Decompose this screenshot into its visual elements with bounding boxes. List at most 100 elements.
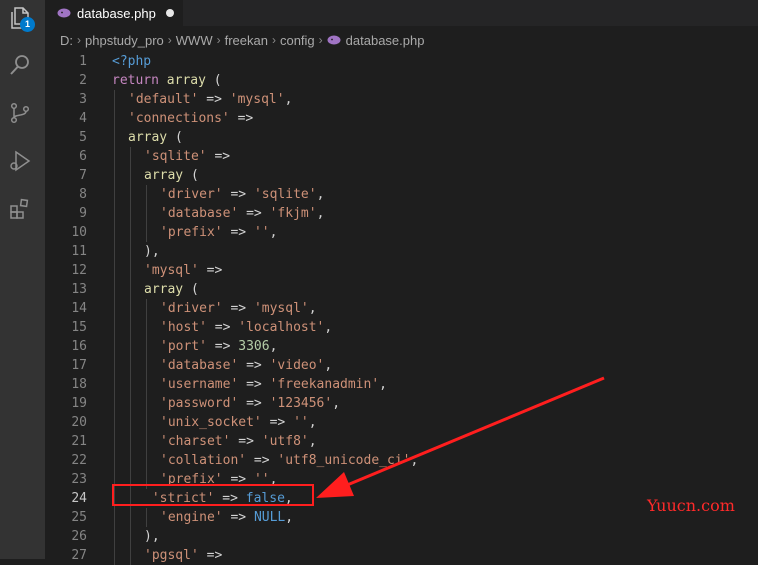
- code-line[interactable]: 2 return array (: [45, 71, 758, 90]
- code-token: 'host': [160, 320, 207, 335]
- code-line[interactable]: 16 'port' => 3306,: [45, 337, 758, 356]
- code-token: '123456': [269, 396, 333, 411]
- line-number: 6: [79, 149, 87, 164]
- line-number: 21: [71, 434, 87, 449]
- code-line[interactable]: 10 'prefix' => '',: [45, 223, 758, 242]
- line-number: 3: [79, 92, 87, 107]
- code-token: ,: [308, 301, 317, 316]
- breadcrumb-item[interactable]: config: [280, 33, 315, 48]
- run-debug-icon[interactable]: [7, 148, 33, 174]
- code-text: 'password' => '123456',: [160, 394, 340, 413]
- line-number: 12: [71, 263, 87, 278]
- code-token: 'video': [269, 358, 325, 373]
- code-line[interactable]: 7 array (: [45, 166, 758, 185]
- code-text: 'unix_socket' => '',: [160, 413, 317, 432]
- code-text: 'prefix' => '',: [160, 223, 277, 242]
- indent-guide: [146, 394, 147, 413]
- code-line[interactable]: 15 'host' => 'localhost',: [45, 318, 758, 337]
- line-number: 9: [79, 206, 87, 221]
- source-control-icon[interactable]: [7, 100, 33, 126]
- breadcrumb-item[interactable]: WWW: [176, 33, 213, 48]
- code-token: return: [112, 73, 167, 88]
- code-token: =>: [206, 339, 239, 354]
- code-token: ,: [285, 510, 294, 525]
- code-text: 'collation' => 'utf8_unicode_ci',: [160, 451, 418, 470]
- code-token: =>: [238, 396, 270, 411]
- code-token: =>: [261, 415, 294, 430]
- indent-guide: [130, 318, 131, 337]
- code-token: 'mysql': [229, 92, 285, 107]
- breadcrumb-item[interactable]: phpstudy_pro: [85, 33, 164, 48]
- code-token: =>: [222, 301, 254, 316]
- indent-guide: [114, 261, 115, 280]
- line-number: 23: [71, 472, 87, 487]
- code-text: return array (: [112, 71, 222, 90]
- code-line[interactable]: 17 'database' => 'video',: [45, 356, 758, 375]
- breadcrumb-item[interactable]: D:: [60, 33, 73, 48]
- code-token: 'mysql': [253, 301, 309, 316]
- code-token: 'driver': [160, 301, 223, 316]
- code-text: 'sqlite' =>: [144, 147, 230, 166]
- indent-guide: [114, 280, 115, 299]
- search-icon[interactable]: [7, 52, 33, 78]
- indent-guide: [146, 508, 147, 527]
- indent-guide: [146, 318, 147, 337]
- indent-guide: [114, 185, 115, 204]
- line-number: 5: [79, 130, 87, 145]
- code-line[interactable]: 18 'username' => 'freekanadmin',: [45, 375, 758, 394]
- chevron-right-icon: ›: [216, 33, 221, 47]
- indent-guide: [146, 204, 147, 223]
- indent-guide: [114, 508, 115, 527]
- code-token: =>: [229, 111, 254, 126]
- code-text: 'username' => 'freekanadmin',: [160, 375, 387, 394]
- indent-guide: [130, 280, 131, 299]
- code-token: 'database': [160, 206, 239, 221]
- line-number: 15: [71, 320, 87, 335]
- code-text: <?php: [112, 52, 151, 71]
- code-line[interactable]: 14 'driver' => 'mysql',: [45, 299, 758, 318]
- code-line[interactable]: 4 'connections' =>: [45, 109, 758, 128]
- indent-guide: [114, 223, 115, 242]
- code-line[interactable]: 6 'sqlite' =>: [45, 147, 758, 166]
- code-line[interactable]: 3 'default' => 'mysql',: [45, 90, 758, 109]
- breadcrumb-item[interactable]: freekan: [225, 33, 268, 48]
- indent-guide: [114, 166, 115, 185]
- code-line[interactable]: 1 <?php: [45, 52, 758, 71]
- code-text: array (: [144, 280, 199, 299]
- indent-guide: [114, 337, 115, 356]
- breadcrumb-item[interactable]: database.php: [346, 33, 425, 48]
- line-number: 8: [79, 187, 87, 202]
- indent-guide: [146, 451, 147, 470]
- line-number: 4: [79, 111, 87, 126]
- code-line[interactable]: 21 'charset' => 'utf8',: [45, 432, 758, 451]
- code-line[interactable]: 22 'collation' => 'utf8_unicode_ci',: [45, 451, 758, 470]
- code-line[interactable]: 9 'database' => 'fkjm',: [45, 204, 758, 223]
- code-line[interactable]: 27 'pgsql' =>: [45, 546, 758, 565]
- code-line[interactable]: 11),: [45, 242, 758, 261]
- code-line[interactable]: 8 'driver' => 'sqlite',: [45, 185, 758, 204]
- code-token: array: [166, 73, 206, 88]
- code-line[interactable]: 5 array (: [45, 128, 758, 147]
- code-line[interactable]: 13 array (: [45, 280, 758, 299]
- tab-database-php[interactable]: database.php: [45, 0, 183, 26]
- code-token: (: [183, 282, 199, 297]
- indent-guide: [130, 413, 131, 432]
- indent-guide: [146, 223, 147, 242]
- unsaved-dot-icon[interactable]: [165, 9, 174, 17]
- code-token: 'port': [160, 339, 207, 354]
- extensions-icon[interactable]: [7, 196, 33, 222]
- line-number: 1: [79, 54, 87, 69]
- code-line[interactable]: 19 'password' => '123456',: [45, 394, 758, 413]
- code-text: ),: [144, 242, 160, 261]
- line-number: 7: [79, 168, 87, 183]
- code-line[interactable]: 20 'unix_socket' => '',: [45, 413, 758, 432]
- code-token: 'prefix': [160, 225, 223, 240]
- code-token: ,: [324, 320, 333, 335]
- code-token: 'freekanadmin': [269, 377, 380, 392]
- code-token: =>: [206, 320, 239, 335]
- code-line[interactable]: 26),: [45, 527, 758, 546]
- code-line[interactable]: 12 'mysql' =>: [45, 261, 758, 280]
- code-text: 'host' => 'localhost',: [160, 318, 332, 337]
- chevron-right-icon: ›: [77, 33, 81, 47]
- code-token: (: [167, 130, 183, 145]
